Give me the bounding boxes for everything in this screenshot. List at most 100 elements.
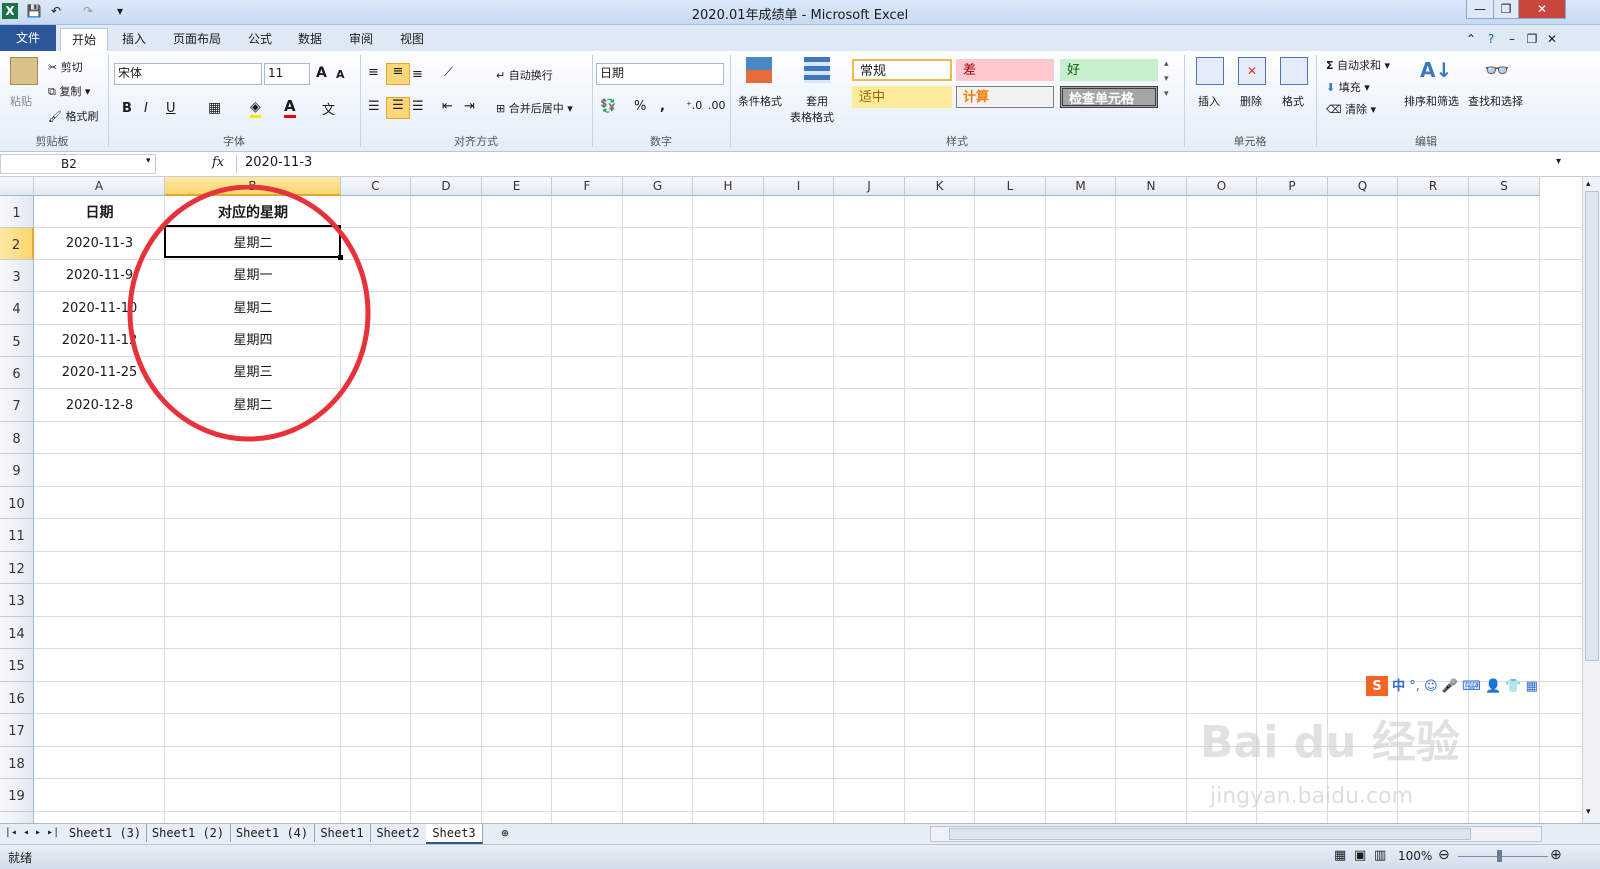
row-header-10[interactable]: 10 [0,487,34,519]
column-header-j[interactable]: J [834,177,905,196]
grow-font-button[interactable]: A [316,65,327,81]
comma-button[interactable]: , [660,99,665,114]
sheet-tab[interactable]: Sheet1 [314,824,371,842]
page-layout-view-icon[interactable]: ▣ [1354,848,1366,863]
column-header-k[interactable]: K [905,177,975,196]
column-header-n[interactable]: N [1116,177,1187,196]
style-bad[interactable]: 差 [956,59,1054,81]
doc-restore-icon[interactable]: ❐ [1524,28,1540,50]
decrease-decimal-icon[interactable]: .00 [708,99,726,112]
column-header-o[interactable]: O [1187,177,1257,196]
bold-button[interactable]: B [122,101,132,116]
minimize-button[interactable]: — [1466,0,1494,19]
close-button[interactable]: ✕ [1518,0,1566,19]
style-check-cell[interactable]: 检查单元格 [1060,86,1158,108]
percent-button[interactable]: % [634,99,646,114]
format-painter-button[interactable]: 🖌 格式刷 [48,108,98,124]
tab-file[interactable]: 文件 [0,25,56,51]
horizontal-scrollbar[interactable] [930,826,1542,842]
merge-center-button[interactable]: ⊞ 合并后居中 ▾ [496,100,573,116]
column-header-i[interactable]: I [764,177,834,196]
style-normal[interactable]: 常规 [852,59,952,81]
name-box-dropdown-icon[interactable]: ▾ [146,156,151,166]
style-good[interactable]: 好 [1060,59,1158,81]
accounting-format-icon[interactable]: 💱 [600,99,616,114]
punctuation-icon[interactable]: °, [1409,679,1420,694]
shrink-font-button[interactable]: A [336,68,345,81]
tab-insert[interactable]: 插入 [112,28,156,50]
zoom-level[interactable]: 100% [1398,849,1432,863]
format-cells-icon[interactable] [1280,57,1308,85]
row-header-13[interactable]: 13 [0,584,34,617]
minimize-ribbon-icon[interactable]: ⌃ [1462,28,1480,50]
tab-home[interactable]: 开始 [60,28,108,51]
restore-button[interactable]: ❐ [1493,0,1519,19]
zoom-out-icon[interactable]: ⊖ [1438,847,1450,863]
paste-button[interactable]: 粘贴 [10,93,32,109]
clear-button[interactable]: ⌫ 清除 ▾ [1326,101,1376,117]
zoom-slider-thumb[interactable] [1497,850,1502,862]
help-icon[interactable]: ? [1482,28,1500,50]
column-header-m[interactable]: M [1046,177,1116,196]
format-as-table-line1[interactable]: 套用 [806,93,828,109]
align-bottom-icon[interactable]: ≡ [412,67,423,82]
menu-grid-icon[interactable]: ▦ [1526,679,1538,694]
user-icon[interactable]: 👤 [1485,679,1501,694]
emoji-icon[interactable]: ☺ [1424,679,1438,694]
format-as-table-icon[interactable] [804,57,830,83]
column-header-f[interactable]: F [552,177,623,196]
row-header-3[interactable]: 3 [0,260,34,292]
insert-cells-button[interactable]: 插入 [1198,93,1220,109]
row-header-2[interactable]: 2 [0,228,34,260]
style-gallery-scroll-icon[interactable]: ▴ ▾ ▾ [1164,57,1169,102]
column-header-q[interactable]: Q [1328,177,1398,196]
delete-cells-icon[interactable]: ✕ [1238,57,1266,85]
wrap-text-button[interactable]: ↵ 自动换行 [496,67,553,83]
find-select-button[interactable]: 查找和选择 [1468,93,1523,109]
format-as-table-line2[interactable]: 表格格式 [790,109,834,125]
align-center-icon[interactable]: ☰ [386,97,410,119]
tab-review[interactable]: 审阅 [341,28,381,50]
column-header-h[interactable]: H [693,177,764,196]
row-header-15[interactable]: 15 [0,649,34,682]
zoom-slider[interactable] [1458,856,1548,857]
keyboard-icon[interactable]: ⌨ [1462,679,1481,694]
vertical-scrollbar[interactable]: ▴ ▾ [1582,177,1600,823]
sheet-tab[interactable]: Sheet1 (3) [64,824,147,842]
style-neutral[interactable]: 适中 [852,86,952,108]
tab-data[interactable]: 数据 [290,28,330,50]
doc-close-icon[interactable]: ✕ [1544,28,1560,50]
column-header-l[interactable]: L [975,177,1046,196]
zoom-in-icon[interactable]: ⊕ [1550,847,1562,863]
paste-icon[interactable] [10,57,38,85]
column-header-s[interactable]: S [1469,177,1540,196]
row-header-8[interactable]: 8 [0,422,34,454]
horizontal-scroll-thumb[interactable] [949,828,1471,840]
column-header-d[interactable]: D [411,177,482,196]
column-header-g[interactable]: G [623,177,693,196]
row-header-19[interactable]: 19 [0,779,34,812]
page-break-view-icon[interactable]: ▥ [1374,848,1386,863]
row-header-7[interactable]: 7 [0,389,34,422]
underline-button[interactable]: U [166,101,176,116]
sheet-tab[interactable]: Sheet3 [426,824,483,844]
format-cells-button[interactable]: 格式 [1282,93,1304,109]
autosum-button[interactable]: Σ 自动求和 ▾ [1326,57,1390,73]
scroll-down-icon[interactable]: ▾ [1586,807,1591,817]
fill-button[interactable]: ⬇ 填充 ▾ [1326,79,1370,95]
row-header-9[interactable]: 9 [0,454,34,487]
orientation-icon[interactable]: ⟋ [444,65,453,80]
microphone-icon[interactable]: 🎤 [1442,679,1458,694]
row-header-5[interactable]: 5 [0,325,34,357]
align-top-icon[interactable]: ≡ [368,65,379,80]
row-header-6[interactable]: 6 [0,357,34,389]
sheet-nav-arrows-icon[interactable]: |◂ ◂ ▸ ▸| [4,824,60,842]
ime-toolbar[interactable]: S 中 °, ☺ 🎤 ⌨ 👤 👕 ▦ [1366,676,1566,698]
normal-view-icon[interactable]: ▦ [1334,848,1346,863]
formula-input[interactable]: 2020-11-3 [236,154,1552,174]
doc-minimize-icon[interactable]: – [1504,28,1520,50]
column-header-e[interactable]: E [482,177,552,196]
binoculars-icon[interactable]: 👓 [1484,57,1510,83]
tab-view[interactable]: 视图 [392,28,432,50]
row-header-14[interactable]: 14 [0,617,34,649]
